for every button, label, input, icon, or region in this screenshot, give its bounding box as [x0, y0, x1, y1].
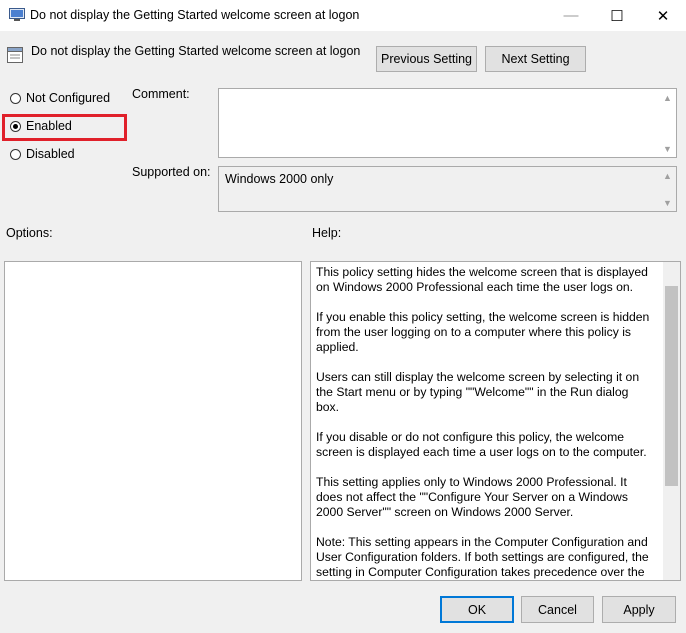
- help-scrollbar[interactable]: [663, 262, 680, 580]
- supported-on-label: Supported on:: [132, 165, 211, 179]
- minimize-button[interactable]: —: [548, 0, 594, 31]
- supported-scrollbar[interactable]: ▲ ▼: [659, 167, 676, 211]
- radio-label-not-configured: Not Configured: [26, 91, 111, 105]
- scroll-down-icon[interactable]: ▼: [659, 194, 676, 211]
- comment-textarea[interactable]: ▲ ▼: [218, 88, 677, 158]
- radio-circle-not-configured: [10, 92, 21, 104]
- options-pane: [4, 261, 302, 581]
- help-label: Help:: [312, 226, 342, 240]
- help-text: This policy setting hides the welcome sc…: [316, 265, 654, 580]
- next-setting-button[interactable]: Next Setting: [485, 46, 586, 72]
- close-button[interactable]: ✕: [640, 0, 686, 31]
- comment-scrollbar[interactable]: ▲ ▼: [659, 89, 676, 157]
- ok-button[interactable]: OK: [440, 596, 514, 623]
- radio-disabled[interactable]: Disabled: [10, 147, 75, 161]
- policy-name: Do not display the Getting Started welco…: [31, 44, 361, 58]
- scroll-up-icon[interactable]: ▲: [659, 167, 676, 184]
- help-scrollbar-thumb[interactable]: [665, 286, 678, 486]
- group-policy-icon: [9, 8, 25, 22]
- enabled-highlight-box: [2, 114, 127, 141]
- previous-setting-button[interactable]: Previous Setting: [376, 46, 477, 72]
- scroll-up-icon[interactable]: ▲: [659, 89, 676, 106]
- radio-label-disabled: Disabled: [26, 147, 75, 161]
- apply-button[interactable]: Apply: [602, 596, 676, 623]
- help-paragraph: If you enable this policy setting, the w…: [316, 310, 650, 354]
- help-paragraph: If you disable or do not configure this …: [316, 430, 647, 459]
- help-pane: This policy setting hides the welcome sc…: [310, 261, 681, 581]
- radio-circle-disabled: [10, 148, 21, 160]
- help-paragraph: This setting applies only to Windows 200…: [316, 475, 628, 519]
- help-paragraph: Note: This setting appears in the Comput…: [316, 535, 649, 579]
- window-title: Do not display the Getting Started welco…: [30, 8, 360, 22]
- scroll-down-icon[interactable]: ▼: [659, 140, 676, 157]
- maximize-button[interactable]: ☐: [594, 0, 640, 31]
- policy-setting-icon: [6, 46, 24, 64]
- help-paragraph: Users can still display the welcome scre…: [316, 370, 640, 414]
- radio-not-configured[interactable]: Not Configured: [10, 91, 110, 105]
- cancel-button[interactable]: Cancel: [521, 596, 594, 623]
- options-label: Options:: [6, 226, 53, 240]
- comment-label: Comment:: [132, 87, 190, 101]
- supported-on-field: Windows 2000 only ▲ ▼: [218, 166, 677, 212]
- help-paragraph: This policy setting hides the welcome sc…: [316, 265, 648, 294]
- supported-on-value: Windows 2000 only: [225, 172, 334, 186]
